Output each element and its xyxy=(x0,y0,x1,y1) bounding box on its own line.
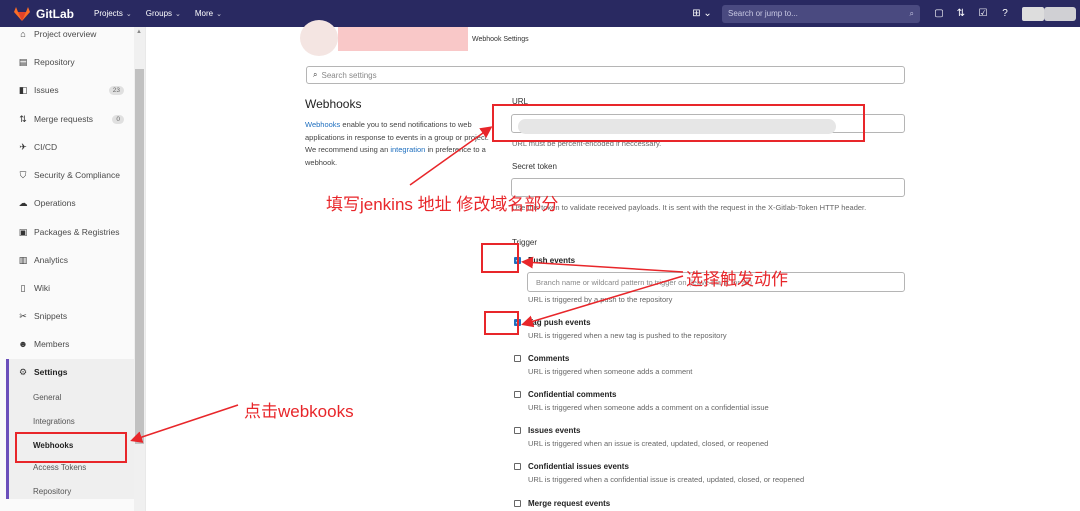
nav-projects[interactable]: Projects ⌄ xyxy=(94,9,132,18)
sidebar-item-packages[interactable]: ▣ Packages & Registries xyxy=(0,220,134,244)
chart-icon: ▥ xyxy=(18,254,28,265)
webhooks-doc-link[interactable]: Webhooks xyxy=(305,120,340,129)
trigger-tag-push-events[interactable]: ✓ Tag push events xyxy=(514,318,591,327)
shield-icon: ⛉ xyxy=(19,169,27,180)
breadcrumb-current: Webhook Settings xyxy=(472,36,529,43)
sidebar: ⌂ Project overview ▤ Repository ◧ Issues 23 … xyxy=(0,27,146,511)
url-value-redacted xyxy=(518,119,836,134)
issues-icon[interactable]: ▢ xyxy=(928,8,950,19)
settings-webhooks[interactable]: Webhooks xyxy=(33,441,73,450)
cloud-icon: ☁ xyxy=(18,197,28,208)
chevron-down-icon: ⌄ xyxy=(175,10,181,18)
merge-request-icon[interactable]: ⇅ xyxy=(950,8,972,19)
scrollbar-thumb[interactable] xyxy=(135,69,144,444)
trigger-desc: URL is triggered when an issue is create… xyxy=(528,439,769,448)
sidebar-item-analytics[interactable]: ▥ Analytics xyxy=(0,248,134,272)
checkbox-icon[interactable] xyxy=(514,427,521,434)
merge-request-icon: ⇅ xyxy=(19,113,27,124)
checkbox-checked-icon[interactable]: ✓ xyxy=(514,319,521,326)
checkbox-checked-icon[interactable]: ✓ xyxy=(514,257,521,264)
home-icon: ⌂ xyxy=(20,29,26,39)
issues-icon: ◧ xyxy=(18,84,28,95)
trigger-issues-events[interactable]: Issues events xyxy=(514,426,580,435)
trigger-desc: URL is triggered when someone adds a com… xyxy=(528,403,769,412)
top-navbar: GitLab Projects ⌄ Groups ⌄ More ⌄ ⊞ ⌄ Searc… xyxy=(0,0,1080,27)
sidebar-item-snippets[interactable]: ✂ Snippets xyxy=(0,304,134,328)
checkbox-icon[interactable] xyxy=(514,500,521,507)
merge-requests-count-badge: 0 xyxy=(112,114,124,124)
package-icon: ▣ xyxy=(18,226,28,237)
url-label: URL xyxy=(512,97,529,106)
gitlab-logo[interactable]: GitLab xyxy=(14,6,74,21)
settings-general[interactable]: General xyxy=(33,393,61,402)
tanuki-icon xyxy=(14,6,30,21)
new-item-button[interactable]: ⊞ ⌄ xyxy=(690,8,714,19)
settings-integrations[interactable]: Integrations xyxy=(33,417,75,426)
trigger-desc: URL is triggered when someone adds a com… xyxy=(528,367,693,376)
trigger-label: Trigger xyxy=(512,238,538,247)
annotation-webhooks-note: 点击webkooks xyxy=(244,402,354,421)
chevron-down-icon: ⌄ xyxy=(125,10,132,18)
settings-access-tokens[interactable]: Access Tokens xyxy=(33,463,86,472)
search-settings-input[interactable]: ⌕ Search settings xyxy=(306,66,905,84)
search-icon: ⌕ xyxy=(909,8,914,18)
checkbox-icon[interactable] xyxy=(514,391,521,398)
nav-more[interactable]: More ⌄ xyxy=(195,9,222,18)
file-icon: ▤ xyxy=(18,56,28,67)
todo-icon[interactable]: ☑ xyxy=(972,8,994,19)
breadcrumb-project[interactable] xyxy=(338,27,468,51)
search-icon: ⌕ xyxy=(313,70,318,79)
sidebar-item-issues[interactable]: ◧ Issues 23 xyxy=(0,78,134,102)
avatar[interactable] xyxy=(1022,6,1044,21)
project-avatar xyxy=(300,20,338,56)
arrow-to-webhooks xyxy=(130,404,239,443)
issues-count-badge: 23 xyxy=(108,85,124,95)
trigger-desc: URL is triggered when a new tag is pushe… xyxy=(528,331,727,340)
sidebar-item-members[interactable]: ☻ Members xyxy=(0,332,134,356)
gear-icon: ⚙ xyxy=(18,366,28,377)
sidebar-item-ci-cd[interactable]: ✈ CI/CD xyxy=(0,135,134,159)
secret-token-help: Use this token to validate received payl… xyxy=(512,203,867,212)
annotation-url-note: 填写jenkins 地址 修改域名部分 xyxy=(326,195,559,214)
rocket-icon: ✈ xyxy=(19,141,27,152)
scroll-up-arrow-icon[interactable]: ▲ xyxy=(136,29,142,35)
trigger-desc: URL is triggered by a push to the reposi… xyxy=(528,295,673,304)
secret-token-input[interactable] xyxy=(511,178,905,197)
sidebar-item-wiki[interactable]: ▯ Wiki xyxy=(0,276,134,300)
book-icon: ▯ xyxy=(20,282,26,293)
sidebar-item-settings[interactable]: ⚙ Settings xyxy=(0,360,134,384)
sidebar-item-operations[interactable]: ☁ Operations xyxy=(0,191,134,215)
scissors-icon: ✂ xyxy=(19,310,27,321)
settings-repository[interactable]: Repository xyxy=(33,487,71,496)
help-icon[interactable]: ? xyxy=(994,8,1016,19)
nav-groups[interactable]: Groups ⌄ xyxy=(146,9,181,18)
annotation-trigger-note: 选择触发动作 xyxy=(686,270,788,289)
trigger-desc: URL is triggered when a confidential iss… xyxy=(528,475,805,484)
checkbox-icon[interactable] xyxy=(514,463,521,470)
sidebar-scrollbar[interactable]: ▲ xyxy=(134,27,145,511)
secret-token-label: Secret token xyxy=(512,162,557,171)
chevron-down-icon: ⌄ xyxy=(216,10,222,18)
checkbox-icon[interactable] xyxy=(514,355,521,362)
section-description: Webhooks enable you to send notification… xyxy=(305,120,489,167)
sidebar-item-project-overview[interactable]: ⌂ Project overview xyxy=(0,22,134,46)
user-menu[interactable] xyxy=(1044,6,1076,21)
sidebar-item-repository[interactable]: ▤ Repository xyxy=(0,50,134,74)
url-help: URL must be percent-encoded if neccessar… xyxy=(512,139,662,148)
integration-link[interactable]: integration xyxy=(390,145,425,154)
plus-square-icon: ⊞ ⌄ xyxy=(692,8,712,19)
brand-name: GitLab xyxy=(36,6,74,21)
global-search-input[interactable]: Search or jump to... ⌕ xyxy=(722,4,920,23)
section-title: Webhooks xyxy=(305,97,362,111)
trigger-confidential-comments[interactable]: Confidential comments xyxy=(514,390,616,399)
users-icon: ☻ xyxy=(18,339,28,349)
trigger-comments[interactable]: Comments xyxy=(514,354,569,363)
trigger-merge-request-events[interactable]: Merge request events xyxy=(514,499,610,508)
trigger-confidential-issues-events[interactable]: Confidential issues events xyxy=(514,462,629,471)
sidebar-item-security[interactable]: ⛉ Security & Compliance xyxy=(0,163,134,187)
trigger-push-events[interactable]: ✓ Push events xyxy=(514,256,575,265)
sidebar-item-merge-requests[interactable]: ⇅ Merge requests 0 xyxy=(0,107,134,131)
